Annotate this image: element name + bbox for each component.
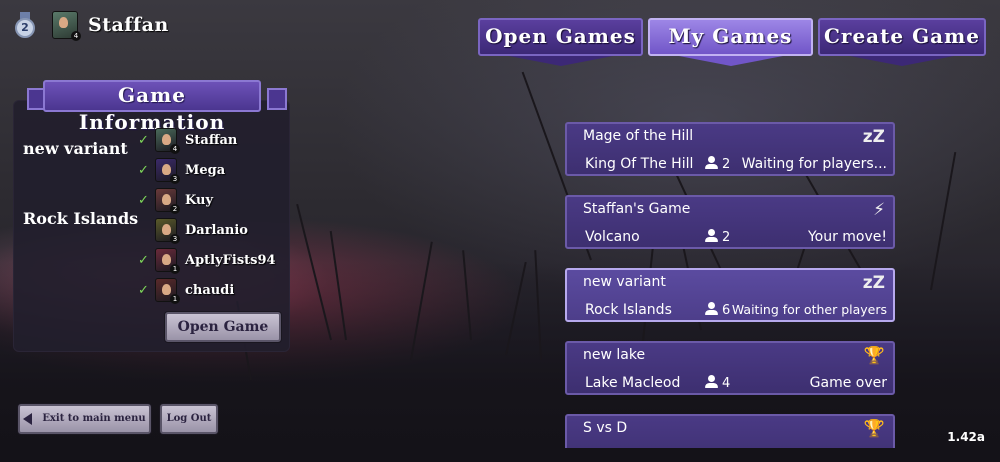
person-icon	[705, 229, 718, 242]
trophy-icon: 🏆	[863, 346, 885, 366]
game-name: new variant	[583, 274, 666, 290]
player-count-value: 2	[722, 157, 731, 172]
avatar-face	[162, 164, 171, 175]
game-status: Your move!	[807, 229, 887, 245]
title-wing-right	[267, 88, 287, 110]
ready-check-icon: ✓	[138, 252, 149, 268]
ready-check-icon: ✓	[138, 162, 149, 178]
ready-check-icon: ✓	[138, 192, 149, 208]
tab-my-games[interactable]: My Games	[648, 18, 813, 66]
person-icon	[705, 156, 718, 169]
player-name: Mega	[185, 162, 226, 178]
player-row: ✓ 3 Mega	[138, 155, 276, 185]
trophy-icon: 🏆	[863, 419, 885, 439]
avatar: 4	[155, 128, 180, 154]
level-badge: 3	[170, 174, 180, 184]
ready-check-icon: ✓	[138, 282, 149, 298]
player-name: Kuy	[185, 192, 214, 208]
game-card[interactable]: new variant zZ Rock Islands 6 Waiting for ot…	[565, 268, 895, 322]
avatar: 4	[52, 11, 81, 41]
sleep-icon: zZ	[862, 127, 885, 147]
avatar-face	[162, 224, 171, 235]
avatar: 2	[155, 188, 180, 214]
game-list[interactable]: Mage of the Hill zZ King Of The Hill 2 Waiti…	[565, 122, 895, 448]
player-list: ✓ 4 Staffan ✓ 3 Mega ✓ 2 Kuy 3 Darlanio ✓ 1 AptlyFist…	[138, 125, 276, 305]
game-card[interactable]: Mage of the Hill zZ King Of The Hill 2 Waiti…	[565, 122, 895, 176]
player-row: ✓ 4 Staffan	[138, 125, 276, 155]
player-name: AptlyFists94	[185, 252, 276, 268]
player-name: Staffan	[185, 132, 238, 148]
player-row: ✓ 1 AptlyFists94	[138, 245, 276, 275]
level-badge: 1	[170, 294, 180, 304]
player-row: 3 Darlanio	[138, 215, 276, 245]
game-map: Volcano	[585, 229, 640, 245]
player-name: chaudi	[185, 282, 235, 298]
game-name: Staffan's Game	[583, 201, 691, 217]
avatar-face	[162, 194, 171, 205]
player-count: 2	[705, 229, 730, 245]
level-badge: 1	[170, 264, 180, 274]
game-info-title: Game Information	[43, 80, 261, 134]
person-icon	[705, 375, 718, 388]
player-count-value: 6	[722, 303, 731, 318]
game-card[interactable]: new lake 🏆 Lake Macleod 4 Game over	[565, 341, 895, 395]
variant-name: new variant	[23, 139, 128, 158]
player-count: 2	[705, 156, 730, 172]
player-row: ✓ 1 chaudi	[138, 275, 276, 305]
game-card[interactable]: Staffan's Game ⚡ Volcano 2 Your move!	[565, 195, 895, 249]
avatar: 3	[155, 218, 180, 244]
log-out-button[interactable]: Log Out	[160, 404, 218, 434]
sleep-icon: zZ	[862, 273, 885, 293]
game-status: Waiting for other players	[731, 302, 887, 317]
open-game-button[interactable]: Open Game	[165, 312, 281, 342]
level-badge: 4	[71, 31, 81, 41]
exit-to-main-menu-button[interactable]: Exit to main menu	[18, 404, 151, 434]
version-label: 1.42a	[947, 430, 985, 444]
game-map: Lake Macleod	[585, 375, 681, 391]
level-badge: 4	[170, 144, 180, 154]
lightning-icon: ⚡	[873, 200, 885, 220]
avatar: 1	[155, 248, 180, 274]
rank-medal-icon: 2	[15, 18, 35, 38]
avatar-face	[59, 17, 68, 28]
game-map: King Of The Hill	[585, 156, 694, 172]
player-name: Darlanio	[185, 222, 248, 238]
game-name: new lake	[583, 347, 646, 363]
avatar: 3	[155, 158, 180, 184]
game-card[interactable]: S vs D 🏆	[565, 414, 895, 448]
level-badge: 3	[170, 234, 180, 244]
game-map: Rock Islands	[585, 302, 672, 318]
avatar: 1	[155, 278, 180, 304]
avatar-face	[162, 284, 171, 295]
level-badge: 2	[170, 204, 180, 214]
game-status: Waiting for players...	[741, 156, 887, 172]
map-name: Rock Islands	[23, 209, 139, 228]
player-count: 4	[705, 375, 730, 391]
game-name: S vs D	[583, 420, 628, 436]
player-row: ✓ 2 Kuy	[138, 185, 276, 215]
player-name: Staffan	[88, 14, 169, 36]
person-icon	[705, 302, 718, 315]
current-player: 4 Staffan	[52, 11, 169, 41]
exit-label: Exit to main menu	[42, 413, 146, 424]
avatar-face	[162, 134, 171, 145]
game-name: Mage of the Hill	[583, 128, 694, 144]
rank-badge: 2	[15, 12, 37, 38]
tab-create-game[interactable]: Create Game	[818, 18, 986, 66]
player-count-value: 4	[722, 376, 731, 391]
player-count: 6	[705, 302, 730, 318]
avatar-face	[162, 254, 171, 265]
tab-open-games[interactable]: Open Games	[478, 18, 643, 66]
player-count-value: 2	[722, 230, 731, 245]
back-arrow-icon	[23, 412, 33, 425]
ready-check-icon: ✓	[138, 132, 149, 148]
game-status: Game over	[809, 375, 887, 391]
